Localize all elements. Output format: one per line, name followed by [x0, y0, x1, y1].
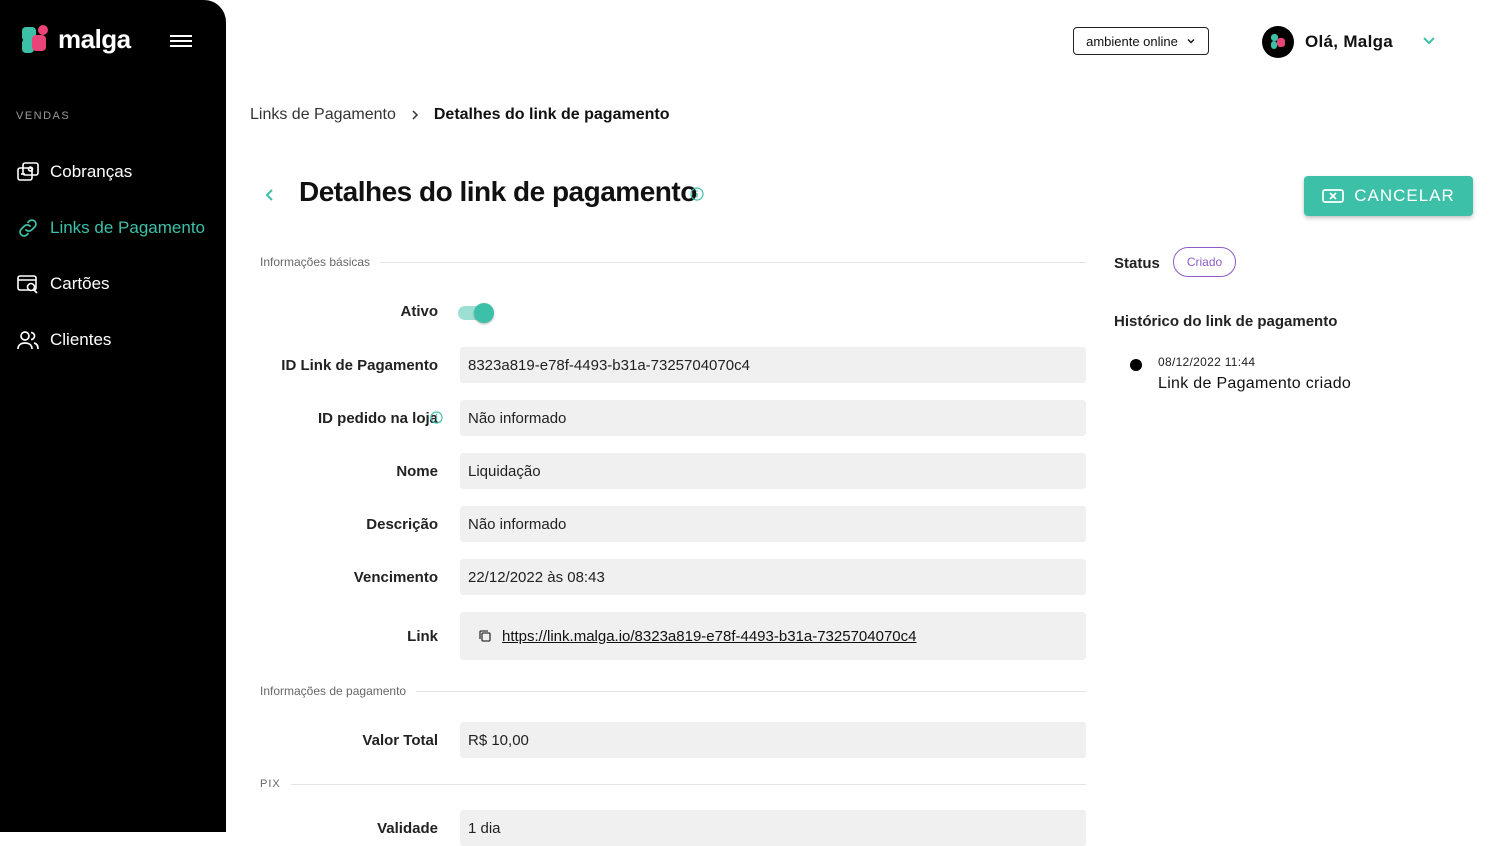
name-value: Liquidação	[468, 462, 541, 480]
link-label: Link	[407, 628, 438, 645]
cancel-ticket-icon	[1322, 189, 1345, 203]
name-field: Liquidação	[460, 453, 1086, 489]
active-toggle[interactable]	[458, 303, 494, 323]
breadcrumb-link[interactable]: Links de Pagamento	[250, 106, 396, 124]
total-field: R$ 10,00	[460, 722, 1086, 758]
collapse-menu-icon[interactable]	[170, 32, 192, 50]
section-title: Informações básicas	[260, 255, 371, 269]
back-arrow-icon[interactable]	[262, 185, 278, 205]
id-label: ID Link de Pagamento	[281, 357, 438, 374]
name-label: Nome	[396, 463, 438, 480]
sidebar-item-label: Cobranças	[50, 162, 133, 181]
validity-field: 1 dia	[460, 810, 1086, 846]
history-title: Histórico do link de pagamento	[1114, 313, 1338, 330]
order-field: Não informado	[460, 400, 1086, 436]
order-label-text: ID pedido na loja	[317, 410, 438, 427]
due-field: 22/12/2022 às 08:43	[460, 559, 1086, 595]
environment-select[interactable]: ambiente online	[1073, 27, 1209, 55]
due-value: 22/12/2022 às 08:43	[468, 568, 605, 586]
malga-logo-icon	[22, 24, 52, 55]
description-field: Não informado	[460, 506, 1086, 542]
sidebar-item-label: Clientes	[50, 330, 112, 349]
info-icon[interactable]	[690, 187, 704, 201]
sidebar-item-label: Links de Pagamento	[50, 218, 205, 237]
sidebar-item-links-de-pagamento[interactable]: Links de Pagamento	[16, 216, 205, 240]
sidebar: malga VENDAS Cobranças Links de Pagament…	[0, 0, 226, 832]
charges-icon	[17, 162, 39, 181]
section-divider-payment: Informações de pagamento	[260, 684, 1086, 698]
chevron-down-icon[interactable]	[1420, 32, 1438, 50]
environment-value: ambiente online	[1086, 33, 1178, 49]
validity-label: Validade	[377, 820, 438, 837]
chevron-right-icon	[412, 110, 418, 120]
timeline-dot	[1130, 359, 1142, 371]
history-date: 08/12/2022 11:44	[1158, 355, 1256, 369]
section-title: PIX	[260, 778, 281, 790]
info-icon[interactable]	[430, 411, 443, 424]
link-field: https://link.malga.io/8323a819-e78f-4493…	[460, 612, 1086, 660]
validity-value: 1 dia	[468, 819, 501, 837]
due-label: Vencimento	[353, 569, 438, 586]
breadcrumb: Links de Pagamento Detalhes do link de p…	[250, 106, 669, 124]
users-icon	[17, 331, 39, 350]
brand-name: malga	[58, 24, 131, 54]
avatar[interactable]	[1262, 26, 1294, 58]
section-title: Informações de pagamento	[260, 684, 407, 698]
sidebar-item-cartoes[interactable]: Cartões	[16, 272, 110, 296]
id-value: 8323a819-e78f-4493-b31a-7325704070c4	[468, 356, 750, 374]
sidebar-section-label: VENDAS	[16, 110, 71, 122]
section-divider-basic: Informações básicas	[260, 255, 1086, 269]
active-label: Ativo	[400, 303, 439, 320]
cancel-button[interactable]: CANCELAR	[1304, 176, 1473, 216]
status-badge: Criado	[1173, 247, 1236, 277]
sidebar-item-clientes[interactable]: Clientes	[16, 328, 111, 352]
card-search-icon	[17, 275, 38, 294]
description-value: Não informado	[468, 515, 567, 533]
order-label: ID pedido na loja	[318, 410, 438, 427]
order-value: Não informado	[468, 409, 567, 427]
chevron-down-icon	[1187, 39, 1195, 44]
logo[interactable]: malga	[22, 24, 131, 55]
copy-icon[interactable]	[478, 629, 492, 643]
history-event: Link de Pagamento criado	[1158, 375, 1352, 392]
id-field: 8323a819-e78f-4493-b31a-7325704070c4	[460, 347, 1086, 383]
page-title: Detalhes do link de pagamento	[299, 176, 697, 207]
description-label: Descrição	[366, 516, 438, 533]
total-label: Valor Total	[362, 732, 438, 749]
status-label: Status	[1114, 255, 1160, 272]
payment-link[interactable]: https://link.malga.io/8323a819-e78f-4493…	[502, 628, 916, 645]
total-value: R$ 10,00	[468, 731, 529, 749]
section-divider-pix: PIX	[260, 778, 1086, 790]
breadcrumb-current: Detalhes do link de pagamento	[433, 106, 670, 123]
cancel-label: CANCELAR	[1354, 186, 1455, 205]
link-icon	[19, 219, 37, 237]
user-greeting: Olá, Malga	[1305, 32, 1394, 51]
sidebar-item-cobrancas[interactable]: Cobranças	[16, 160, 132, 184]
sidebar-item-label: Cartões	[50, 274, 110, 293]
